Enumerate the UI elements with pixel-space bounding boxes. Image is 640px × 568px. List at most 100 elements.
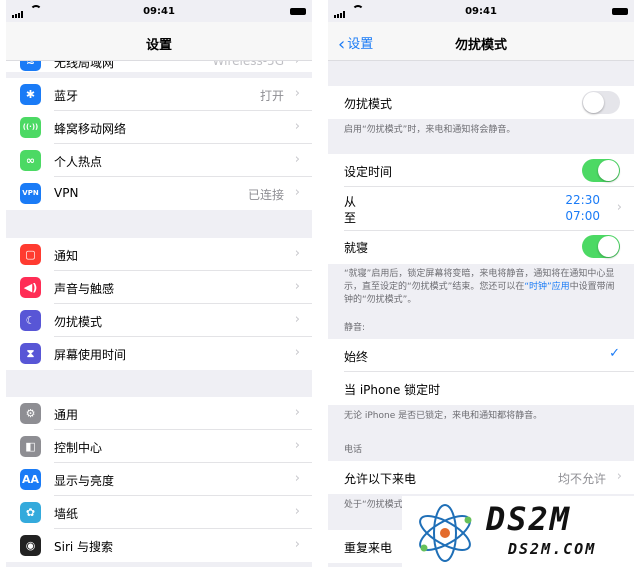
chevron-right-icon: › [294, 345, 300, 360]
dnd-row[interactable]: 勿扰模式 [328, 86, 634, 119]
page-title: 勿扰模式 [454, 38, 507, 53]
status-time: 09:41 [143, 6, 175, 17]
settings-row[interactable]: ✱ 蓝牙 打开 › [6, 78, 312, 111]
always-option[interactable]: 始终 ✓ [328, 339, 634, 372]
phone-header: 电话 [344, 445, 363, 455]
logo-text: DS2M [486, 500, 572, 538]
clock-app-link[interactable]: “时钟”应用 [524, 282, 569, 292]
dnd-toggle[interactable] [582, 91, 620, 114]
hotspot-icon: ∞ [20, 150, 41, 171]
watermark: DS2M DS2M.COM [402, 496, 640, 567]
settings-row-label: Siri 与搜索 [54, 540, 114, 554]
chevron-right-icon: › [294, 152, 300, 167]
cellular-icon: ((·)) [20, 117, 41, 138]
status-bar: 09:41 [6, 0, 312, 20]
chevron-right-icon: › [616, 200, 622, 215]
chevron-right-icon: › [294, 246, 300, 261]
silence-header: 静音: [344, 323, 366, 333]
scheduled-toggle[interactable] [582, 159, 620, 182]
checkmark-icon: ✓ [609, 346, 620, 361]
settings-row-label: 蓝牙 [54, 89, 79, 103]
settings-row-value: 已连接 [247, 188, 284, 202]
sounds-icon: ◀) [20, 277, 41, 298]
settings-row-label: VPN [54, 186, 79, 200]
bluetooth-icon: ✱ [20, 84, 41, 105]
chevron-right-icon: › [294, 86, 300, 101]
scheduled-label: 设定时间 [344, 165, 393, 179]
from-time: 22:30 [565, 193, 600, 207]
settings-row-label: 勿扰模式 [54, 315, 103, 329]
bedtime-note: “就寝”启用后，锁定屏幕将变暗，来电将静音，通知将在通知中心显示，直至设定的“勿… [344, 268, 622, 307]
nav-bar: 设置 [6, 22, 312, 61]
settings-row[interactable]: ◧ 控制中心 › [6, 430, 312, 463]
chevron-right-icon: › [294, 185, 300, 200]
hourglass-icon: ⧗ [20, 343, 41, 364]
chevron-right-icon: › [294, 537, 300, 552]
general-group: ⚙ 通用 › ◧ 控制中心 › AA 显示与亮度 › ✿ 墙纸 › ◉ Siri 与搜索 › [6, 397, 312, 562]
settings-row-label: 显示与亮度 [54, 474, 115, 488]
chevron-right-icon: › [616, 469, 622, 484]
display-icon: AA [20, 469, 41, 490]
moon-icon: ☾ [20, 310, 41, 331]
settings-row-label: 声音与触感 [54, 282, 115, 296]
settings-row[interactable]: ∞ 个人热点 › [6, 144, 312, 177]
chevron-right-icon: › [294, 312, 300, 327]
settings-row[interactable]: ◀) 声音与触感 › [6, 271, 312, 304]
status-bar: 09:41 [328, 0, 634, 20]
battery-icon [290, 8, 306, 15]
schedule-times-row[interactable]: 从 至 22:30 07:00 › [328, 187, 634, 230]
locked-note: 无论 iPhone 是否已锁定，来电和通知都将静音。 [344, 411, 543, 421]
notifications-group: ▢ 通知 › ◀) 声音与触感 › ☾ 勿扰模式 › ⧗ 屏幕使用时间 › [6, 238, 312, 370]
chevron-right-icon: › [294, 405, 300, 420]
battery-icon [612, 8, 628, 15]
locked-label: 当 iPhone 锁定时 [344, 383, 441, 397]
settings-row-label: 蜂窝移动网络 [54, 122, 127, 136]
settings-row-label: 控制中心 [54, 441, 103, 455]
settings-row-label: 屏幕使用时间 [54, 348, 127, 362]
settings-row[interactable]: ⚙ 通用 › [6, 397, 312, 430]
settings-row[interactable]: ⧗ 屏幕使用时间 › [6, 337, 312, 370]
settings-row[interactable]: AA 显示与亮度 › [6, 463, 312, 496]
schedule-group: 设定时间 从 至 22:30 07:00 › 就寝 [328, 154, 634, 264]
do-not-disturb-screen: 09:41 ‹ 设置 勿扰模式 勿扰模式 启用“勿扰模式”时，来电和通知将会静音。… [328, 0, 634, 567]
notifications-icon: ▢ [20, 244, 41, 265]
locked-option[interactable]: 当 iPhone 锁定时 [328, 372, 634, 405]
settings-row-label: 个人热点 [54, 155, 103, 169]
settings-row[interactable]: ((·)) 蜂窝移动网络 › [6, 111, 312, 144]
connectivity-group: ✱ 蓝牙 打开 › ((·)) 蜂窝移动网络 › ∞ 个人热点 › VPN VPN 已连接 › [6, 78, 312, 210]
settings-row[interactable]: ☾ 勿扰模式 › [6, 304, 312, 337]
allow-calls-value: 均不允许 [557, 472, 606, 486]
chevron-right-icon: › [294, 279, 300, 294]
settings-row-label: 墙纸 [54, 507, 79, 521]
bedtime-toggle[interactable] [582, 235, 620, 258]
nav-bar: ‹ 设置 勿扰模式 [328, 22, 634, 61]
dnd-note: 启用“勿扰模式”时，来电和通知将会静音。 [344, 125, 516, 135]
chevron-right-icon: › [294, 119, 300, 134]
to-time: 07:00 [565, 209, 600, 223]
settings-row[interactable]: ◉ Siri 与搜索 › [6, 529, 312, 562]
control-center-icon: ◧ [20, 436, 41, 457]
page-title: 设置 [145, 38, 172, 53]
from-label: 从 [344, 195, 357, 209]
settings-row[interactable]: ✿ 墙纸 › [6, 496, 312, 529]
allow-calls-label: 允许以下来电 [344, 472, 417, 486]
silence-group: 始终 ✓ 当 iPhone 锁定时 [328, 339, 634, 405]
always-label: 始终 [344, 350, 369, 364]
settings-row-label: 通知 [54, 249, 79, 263]
chevron-right-icon: › [294, 438, 300, 453]
wallpaper-icon: ✿ [20, 502, 41, 523]
bedtime-label: 就寝 [344, 241, 369, 255]
allow-calls-row[interactable]: 允许以下来电 均不允许 › [328, 461, 634, 494]
dnd-label: 勿扰模式 [344, 97, 393, 111]
repeated-calls-label: 重复来电 [344, 541, 393, 555]
chevron-right-icon: › [294, 504, 300, 519]
site-text: DS2M.COM [508, 540, 597, 558]
settings-row[interactable]: VPN VPN 已连接 › [6, 177, 312, 210]
chevron-right-icon: › [294, 471, 300, 486]
to-label: 至 [344, 211, 357, 225]
siri-icon: ◉ [20, 535, 41, 556]
vpn-icon: VPN [20, 183, 41, 204]
settings-row[interactable]: ▢ 通知 › [6, 238, 312, 271]
status-time: 09:41 [465, 6, 497, 17]
settings-screen: 09:41 ≋ 无线局域网 Wireless-5G › 设置 ✱蓝牙打开›((·… [6, 0, 312, 567]
